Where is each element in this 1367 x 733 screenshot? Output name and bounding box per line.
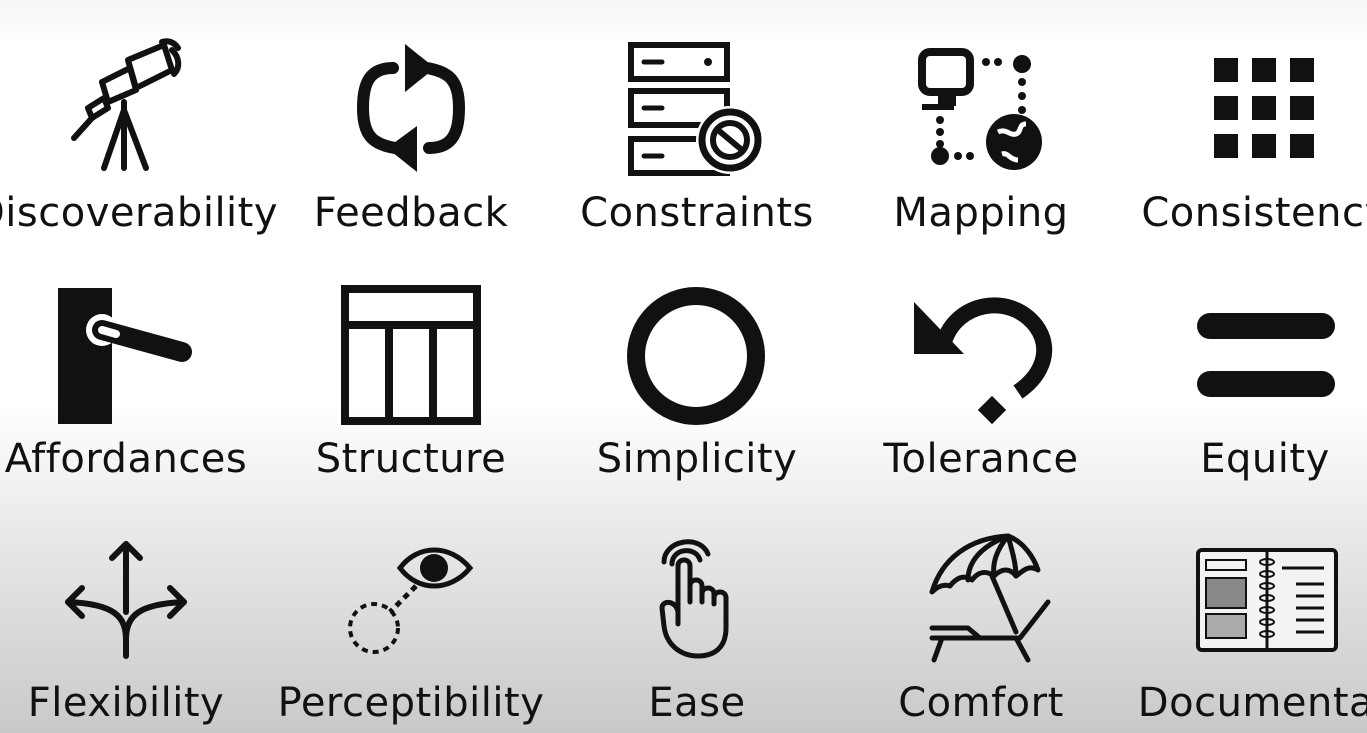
notebook-icon bbox=[1196, 548, 1338, 652]
refresh-cycle-icon bbox=[356, 44, 466, 172]
grid-icon bbox=[1214, 58, 1314, 158]
label-comfort: Comfort bbox=[898, 680, 1064, 726]
label-affordances: Affordances bbox=[4, 436, 248, 482]
label-ease: Ease bbox=[648, 680, 746, 726]
server-blocked-icon bbox=[628, 42, 764, 176]
label-perceptibility: Perceptibility bbox=[277, 680, 545, 726]
telescope-icon bbox=[71, 38, 182, 171]
eye-icon bbox=[348, 547, 474, 654]
label-tolerance: Tolerance bbox=[883, 436, 1079, 482]
label-structure: Structure bbox=[315, 436, 507, 482]
label-constraints: Constraints bbox=[580, 190, 814, 236]
label-equity: Equity bbox=[1200, 436, 1330, 482]
door-handle-icon bbox=[58, 288, 192, 424]
circle-icon bbox=[627, 287, 765, 425]
network-mapping-icon bbox=[918, 48, 1042, 170]
label-discoverability: Discoverability bbox=[0, 190, 279, 236]
label-simplicity: Simplicity bbox=[596, 436, 798, 482]
equals-icon bbox=[1197, 313, 1335, 397]
undo-icon bbox=[914, 297, 1053, 425]
label-flexibility: Flexibility bbox=[27, 680, 225, 726]
label-documentation: Documentation bbox=[1137, 680, 1367, 726]
label-feedback: Feedback bbox=[313, 190, 509, 236]
touch-hand-icon bbox=[659, 539, 729, 659]
label-mapping: Mapping bbox=[893, 190, 1069, 236]
layout-structure-icon bbox=[341, 285, 481, 425]
branching-arrows-icon bbox=[65, 541, 187, 659]
label-consistency: Consistency bbox=[1141, 190, 1367, 236]
beach-lounger-icon bbox=[929, 533, 1051, 663]
